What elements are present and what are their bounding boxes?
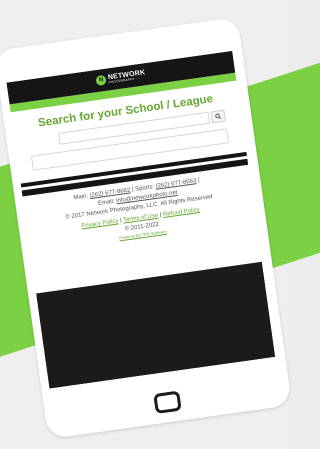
- main-phone-label: Main:: [73, 193, 89, 202]
- brand-logo[interactable]: N NETWORK PHOTOGRAPHY: [95, 69, 147, 87]
- phone-home-button: [153, 390, 182, 414]
- search-icon: [215, 113, 222, 119]
- dark-content-area: [36, 261, 276, 389]
- logo-text: NETWORK PHOTOGRAPHY: [108, 69, 147, 84]
- phone-screen: N NETWORK PHOTOGRAPHY Search for your Sc…: [6, 50, 276, 389]
- search-button[interactable]: [210, 109, 226, 124]
- logo-mark-icon: N: [95, 74, 107, 87]
- email-label: Email:: [97, 198, 116, 207]
